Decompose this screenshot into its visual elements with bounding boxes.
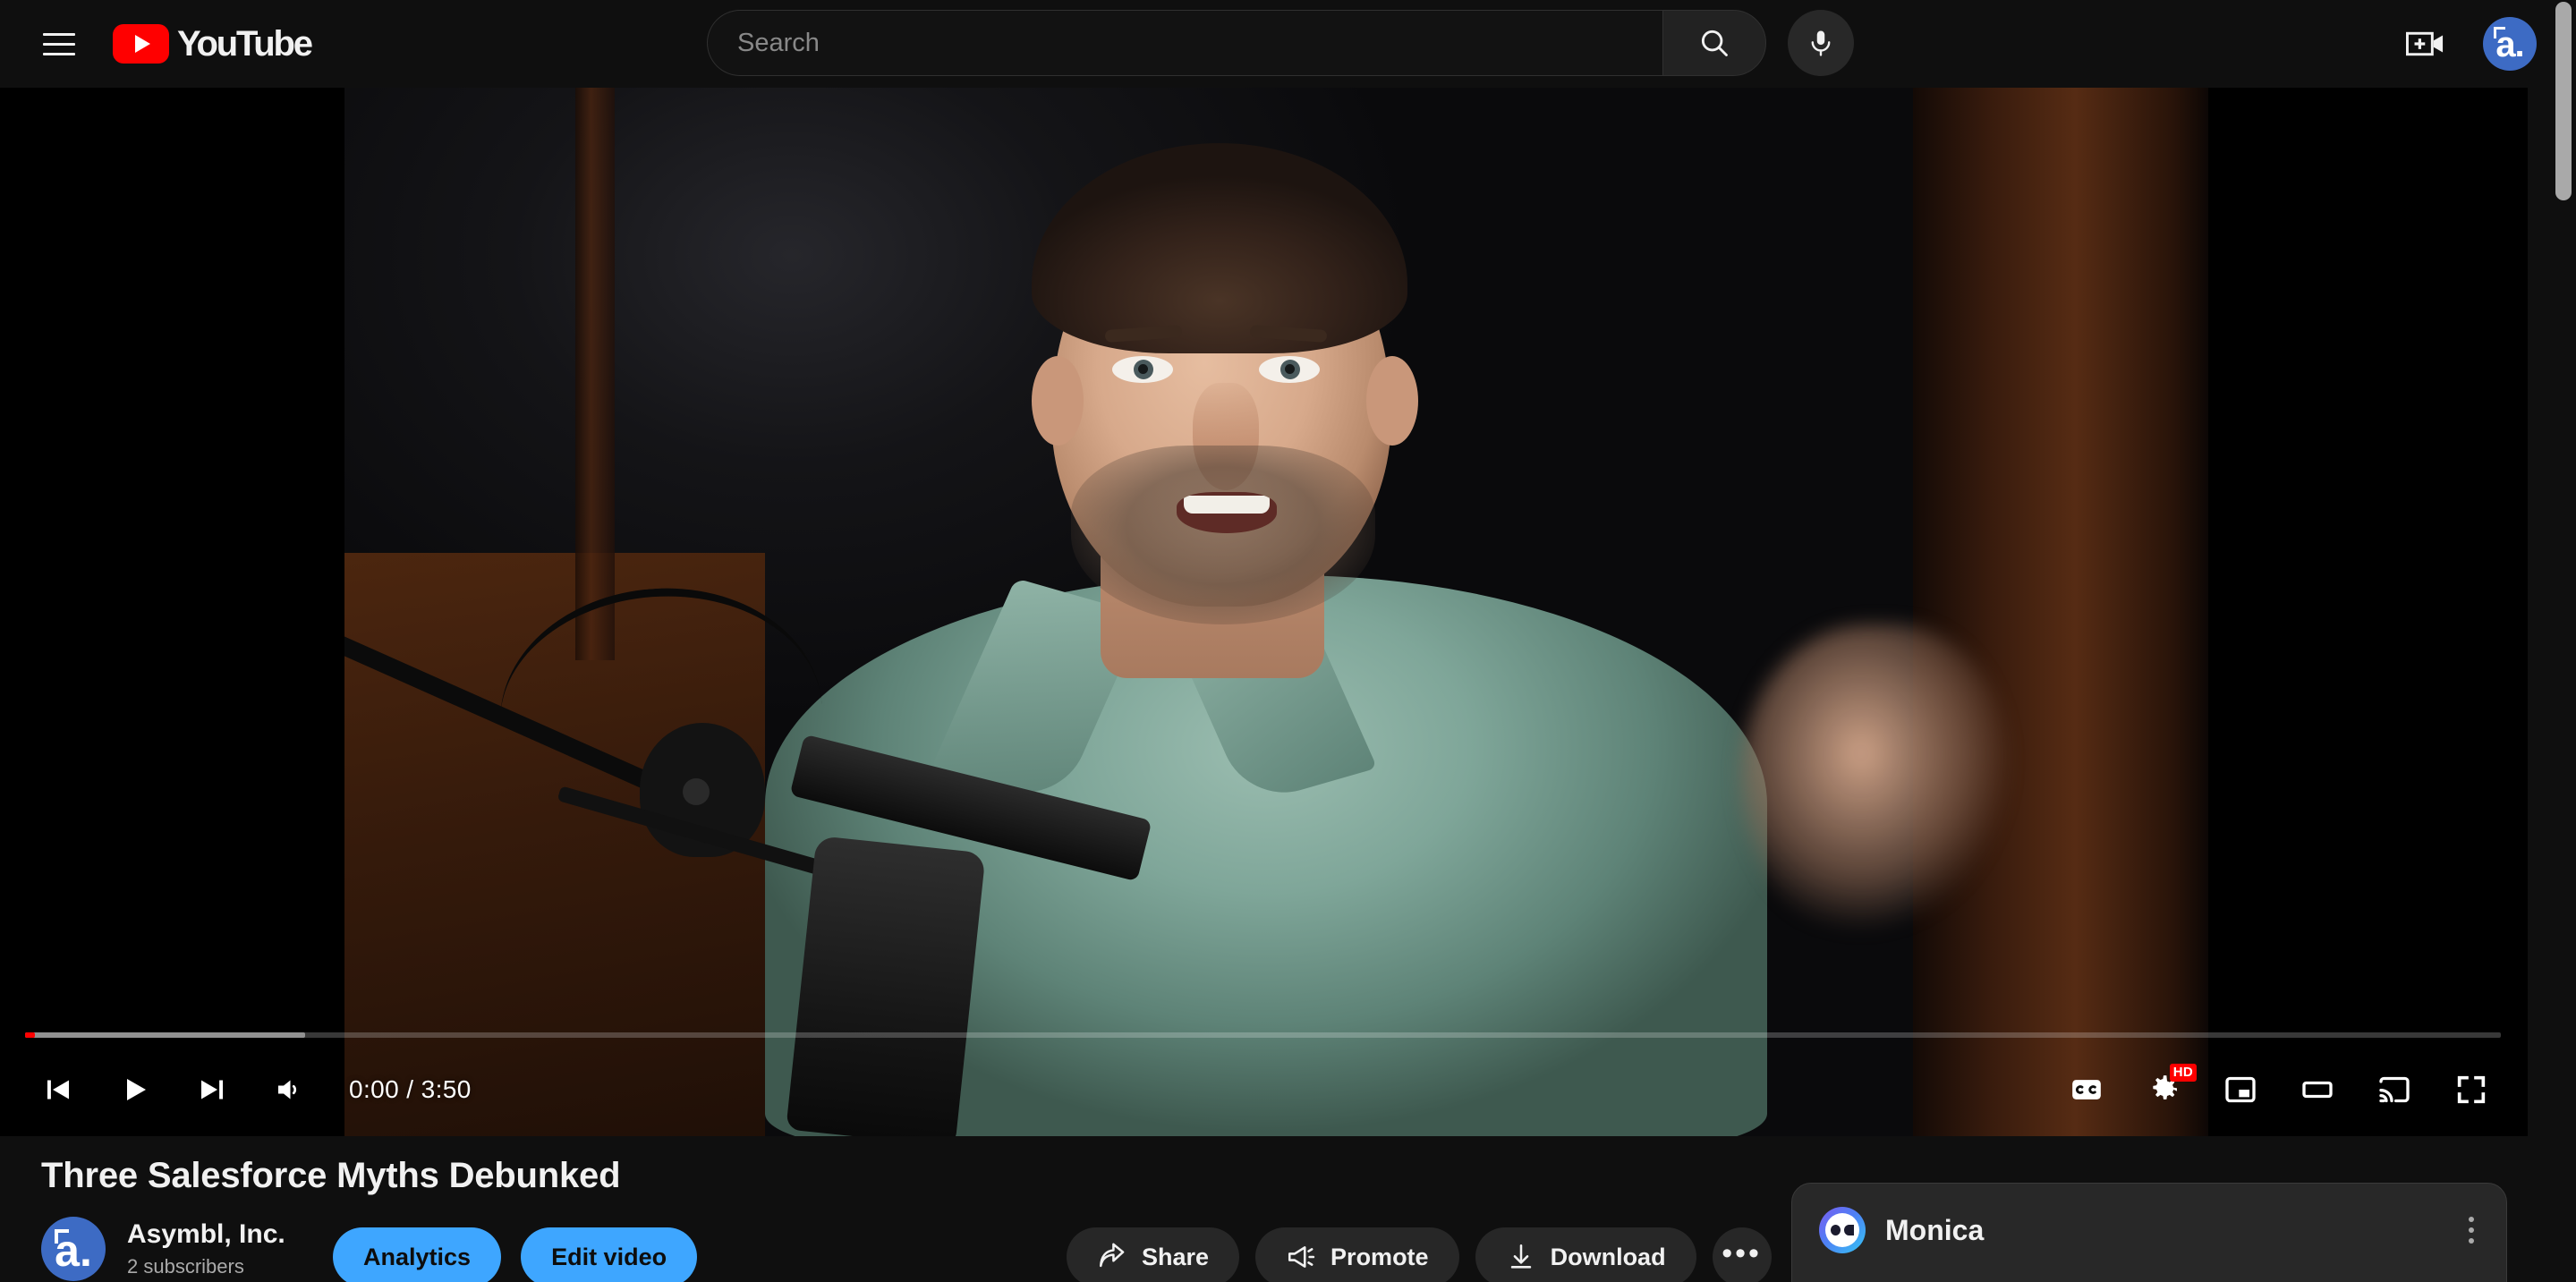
subject-hand: [1740, 624, 2009, 947]
next-track-icon: [201, 1080, 223, 1099]
promote-button-label: Promote: [1331, 1243, 1429, 1270]
theater-mode-button[interactable]: [2279, 1051, 2356, 1128]
masthead-start: YouTube: [0, 12, 313, 76]
next-button[interactable]: [174, 1051, 251, 1128]
channel-name[interactable]: Asymbl, Inc.: [127, 1219, 285, 1250]
settings-button[interactable]: HD: [2125, 1051, 2202, 1128]
quality-badge: HD: [2169, 1064, 2197, 1082]
subscriber-count: 2 subscribers: [127, 1255, 244, 1278]
page-title: Three Salesforce Myths Debunked: [41, 1156, 621, 1195]
monica-face-icon: [1825, 1213, 1859, 1247]
promote-icon: [1288, 1246, 1315, 1268]
progress-played: [25, 1032, 36, 1038]
progress-track: [25, 1032, 2501, 1038]
channel-meta: Asymbl, Inc. 2 subscribers: [127, 1219, 285, 1278]
analytics-button[interactable]: Analytics: [333, 1227, 502, 1282]
search-submit-button[interactable]: [1662, 10, 1766, 76]
play-button[interactable]: [97, 1051, 174, 1128]
search-area: [707, 10, 1854, 76]
create-video-button[interactable]: [2393, 12, 2458, 76]
guide-menu-button[interactable]: [27, 12, 91, 76]
youtube-watch-page: YouTube Search a. 0:00 / 3:50 HD Three S…: [0, 0, 2576, 1282]
share-button[interactable]: Share: [1067, 1227, 1240, 1282]
cast-icon: [2379, 1076, 2410, 1103]
youtube-logo-text: YouTube: [177, 24, 313, 64]
subject-eye-right: [1259, 356, 1320, 383]
miniplayer-button[interactable]: [2202, 1051, 2279, 1128]
edit-video-button[interactable]: Edit video: [521, 1227, 698, 1282]
account-avatar[interactable]: a.: [2483, 17, 2537, 71]
player-controls: 0:00 / 3:50 HD: [0, 1043, 2528, 1136]
subject-eye-left: [1112, 356, 1173, 383]
kebab-dot-icon: [2469, 1217, 2474, 1222]
create-video-icon: [2406, 31, 2444, 56]
monica-more-options-button[interactable]: [2463, 1211, 2479, 1249]
channel-owner-row: a. Asymbl, Inc. 2 subscribers: [41, 1217, 285, 1281]
more-actions-button[interactable]: •••: [1712, 1227, 1772, 1282]
promote-button[interactable]: Promote: [1255, 1227, 1459, 1282]
youtube-logo[interactable]: YouTube: [113, 24, 313, 64]
kebab-dot-icon: [2469, 1227, 2474, 1233]
masthead-end: a.: [2393, 0, 2537, 88]
youtube-play-icon: [113, 24, 169, 64]
subject-mouth: [1177, 492, 1277, 533]
previous-track-icon: [47, 1080, 69, 1099]
video-player[interactable]: 0:00 / 3:50 HD: [0, 88, 2528, 1136]
owner-action-buttons: Analytics Edit video: [333, 1227, 698, 1282]
subject-ear-right: [1366, 356, 1418, 446]
cast-button[interactable]: [2356, 1051, 2433, 1128]
player-controls-right: HD: [2048, 1051, 2510, 1128]
search-icon: [1701, 30, 1728, 56]
subject-hair: [1032, 143, 1407, 353]
player-controls-left: 0:00 / 3:50: [0, 1051, 472, 1128]
monica-panel-header: Monica: [1792, 1184, 2506, 1253]
masthead: YouTube Search a.: [0, 0, 2576, 88]
video-action-buttons: Share Promote Download •••: [1067, 1227, 1772, 1282]
channel-avatar[interactable]: a.: [41, 1217, 106, 1281]
video-frame: [344, 88, 2208, 1136]
volume-icon: [278, 1080, 297, 1099]
microphone-icon: [1811, 30, 1831, 56]
kebab-dot-icon: [2469, 1238, 2474, 1244]
monica-extension-panel[interactable]: Monica: [1791, 1183, 2507, 1282]
page-scrollbar[interactable]: [2551, 0, 2576, 1282]
hamburger-icon: [43, 32, 75, 55]
previous-button[interactable]: [20, 1051, 97, 1128]
progress-loaded: [25, 1032, 305, 1038]
theater-mode-icon: [2302, 1081, 2333, 1099]
fullscreen-icon: [2457, 1075, 2486, 1104]
captions-button[interactable]: [2048, 1051, 2125, 1128]
video-progress-bar[interactable]: [25, 1032, 2501, 1038]
play-icon: [127, 1079, 146, 1100]
monica-title: Monica: [1885, 1213, 1985, 1246]
fullscreen-button[interactable]: [2433, 1051, 2510, 1128]
volume-button[interactable]: [251, 1051, 327, 1128]
closed-captions-icon: [2072, 1080, 2101, 1099]
search-box[interactable]: [707, 10, 1662, 76]
monica-logo-icon: [1819, 1207, 1866, 1253]
subject-ear-left: [1032, 356, 1084, 446]
download-button-label: Download: [1550, 1243, 1666, 1270]
share-button-label: Share: [1142, 1243, 1210, 1270]
search-input[interactable]: [737, 28, 1662, 58]
download-button[interactable]: Download: [1475, 1227, 1696, 1282]
subject-beard: [1071, 446, 1375, 624]
share-icon: [1099, 1243, 1125, 1268]
voice-search-button[interactable]: [1788, 10, 1854, 76]
scrollbar-thumb[interactable]: [2555, 2, 2572, 200]
avatar-corner-mark: [2494, 27, 2505, 38]
download-icon: [1510, 1244, 1531, 1269]
miniplayer-icon: [2225, 1076, 2256, 1103]
time-display: 0:00 / 3:50: [349, 1075, 472, 1103]
channel-avatar-corner-mark: [55, 1229, 69, 1244]
